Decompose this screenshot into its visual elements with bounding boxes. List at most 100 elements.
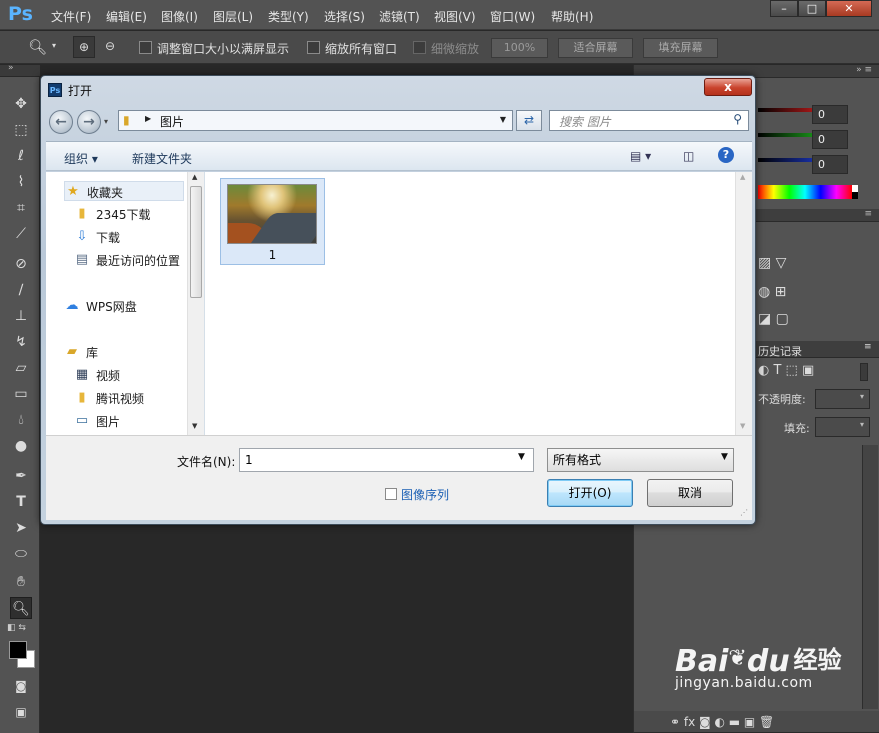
menu-help[interactable]: 帮助(H) [551, 8, 593, 25]
opacity-dropdown[interactable]: ▾ [815, 389, 870, 409]
layer-filter-toggle[interactable] [860, 363, 868, 381]
blur-tool-icon[interactable]: 💧︎ [10, 409, 32, 431]
menu-select[interactable]: 选择(S) [324, 8, 365, 25]
zoom-100-button[interactable]: 100% [491, 38, 548, 58]
image-sequence-checkbox[interactable] [385, 488, 397, 500]
dialog-close-button[interactable]: x [704, 78, 752, 96]
nav-scrollbar[interactable]: ▲ ▼ [187, 172, 204, 435]
marquee-tool-icon[interactable]: ⬚ [10, 119, 32, 141]
type-tool-icon[interactable]: T [10, 491, 32, 513]
tab-history[interactable]: 历史记录 [758, 343, 802, 359]
help-icon[interactable]: ? [718, 147, 734, 163]
zoom-tool-icon[interactable]: 🔍︎ [28, 38, 47, 56]
filename-input[interactable]: 1 [239, 448, 534, 472]
history-brush-tool-icon[interactable]: ↯ [10, 331, 32, 353]
adjustments-icons-row2[interactable]: ◍ ⊞ [758, 284, 786, 300]
organize-menu[interactable]: 组织 ▾ [64, 150, 98, 167]
blue-value[interactable]: 0 [812, 155, 848, 174]
breadcrumb-current[interactable]: 图片 [160, 113, 184, 130]
menu-view[interactable]: 视图(V) [434, 8, 476, 25]
adjustments-icons-row3[interactable]: ◪ ▢ [758, 311, 789, 327]
history-tab-bar[interactable]: 历史记录 ≡ [752, 341, 879, 358]
cancel-button[interactable]: 取消 [647, 479, 733, 507]
lasso-tool-icon[interactable]: ℓ [10, 145, 32, 167]
address-dropdown-icon[interactable]: ▼ [500, 115, 506, 124]
color-ramp[interactable] [758, 185, 852, 199]
refresh-icon[interactable]: ⇄ [516, 110, 542, 131]
fit-screen-button[interactable]: 适合屏幕 [558, 38, 633, 58]
tool-preset-dropdown-icon[interactable]: ▾ [52, 41, 56, 50]
screen-mode-icon[interactable]: ▣ [10, 701, 32, 723]
breadcrumb-arrow-icon[interactable]: ▶ [145, 114, 151, 123]
green-value[interactable]: 0 [812, 130, 848, 149]
close-app-button[interactable]: ✕ [826, 0, 872, 17]
scrubby-zoom-checkbox[interactable] [413, 41, 426, 54]
fill-dropdown[interactable]: ▾ [815, 417, 870, 437]
pen-tool-icon[interactable]: ✒ [10, 465, 32, 487]
preview-pane-icon[interactable]: ◫ [683, 149, 694, 163]
dodge-tool-icon[interactable]: ● [10, 435, 32, 457]
zoom-all-label: 缩放所有窗口 [325, 42, 398, 56]
menu-layer[interactable]: 图层(L) [213, 8, 253, 25]
panel-menu-icon[interactable]: ≡ [864, 342, 872, 352]
default-colors-icon[interactable]: ◧ ⇆ [7, 623, 26, 633]
options-bar: 🔍︎ ▾ ⊕ ⊖ 调整窗口大小以满屏显示 缩放所有窗口 细微缩放 100% 适合… [0, 31, 879, 64]
minimize-button[interactable]: – [770, 0, 798, 17]
menu-file[interactable]: 文件(F) [51, 8, 91, 25]
menu-image[interactable]: 图像(I) [161, 8, 198, 25]
paw-icon: ❦ [728, 646, 747, 671]
toolbox-header[interactable]: » [0, 63, 40, 76]
menu-edit[interactable]: 编辑(E) [106, 8, 147, 25]
nav-scroll-thumb[interactable] [190, 186, 202, 298]
menu-filter[interactable]: 滤镜(T) [379, 8, 420, 25]
hand-tool-icon[interactable]: ✋︎ [10, 571, 32, 593]
zoom-out-icon[interactable]: ⊖ [99, 36, 121, 58]
filename-history-dropdown-icon[interactable]: ▼ [518, 452, 525, 462]
recent-pages-dropdown-icon[interactable]: ▾ [104, 117, 108, 126]
toolbox: ✥ ⬚ ℓ ⌇ ⌗ ⟋ ⊘ ∕ ⊥ ↯ ▱ ▭ 💧︎ ● ✒ T ➤ ⬭ ✋︎ … [0, 77, 40, 733]
layer-actions-icons[interactable]: ⚭ fx ◙ ◐ ▬ ▣ 🗑︎ [670, 715, 774, 729]
search-input[interactable]: 搜索 图片 ⚲ [549, 110, 749, 131]
nav-favorites[interactable]: ★ 收藏夹 [64, 181, 184, 201]
quick-mask-icon[interactable]: ◙ [10, 675, 32, 697]
foreground-color-swatch[interactable] [9, 641, 27, 659]
quick-select-tool-icon[interactable]: ⌇ [10, 171, 32, 193]
menu-type[interactable]: 类型(Y) [268, 8, 309, 25]
forward-button[interactable]: → [77, 110, 101, 134]
address-bar[interactable]: ▮ ▶ 图片 ▼ [118, 110, 513, 131]
gradient-tool-icon[interactable]: ▭ [10, 383, 32, 405]
change-view-icon[interactable]: ▤ ▾ [630, 149, 651, 163]
search-icon[interactable]: ⚲ [733, 112, 742, 126]
clone-stamp-tool-icon[interactable]: ⊥ [10, 305, 32, 327]
zoom-tool-button-icon[interactable]: 🔍︎ [10, 597, 32, 619]
brush-tool-icon[interactable]: ∕ [10, 279, 32, 301]
open-button[interactable]: 打开(O) [547, 479, 633, 507]
layers-scrollbar[interactable] [862, 445, 878, 709]
zoom-all-checkbox[interactable] [307, 41, 320, 54]
filetype-dropdown-icon[interactable]: ▼ [721, 452, 728, 462]
file-item[interactable]: 1 [220, 178, 325, 265]
zoom-in-icon[interactable]: ⊕ [73, 36, 95, 58]
eraser-tool-icon[interactable]: ▱ [10, 357, 32, 379]
eyedropper-tool-icon[interactable]: ⟋ [10, 223, 32, 245]
resize-windows-checkbox[interactable] [139, 41, 152, 54]
resize-grip-icon[interactable]: ⋰ [740, 508, 748, 517]
layer-filter-icons[interactable]: ◐ T ⬚ ▣ [758, 363, 814, 378]
baidu-jingyan-watermark: Bai❦du 经验 jingyan.baidu.com [675, 640, 842, 691]
file-list-scrollbar[interactable]: ▲ ▼ [735, 172, 752, 435]
back-button[interactable]: ← [49, 110, 73, 134]
adjustments-icons-row1[interactable]: ▨ ▽ [758, 255, 786, 271]
ellipse-tool-icon[interactable]: ⬭ [10, 543, 32, 565]
crop-tool-icon[interactable]: ⌗ [10, 197, 32, 219]
path-select-tool-icon[interactable]: ➤ [10, 517, 32, 539]
move-tool-icon[interactable]: ✥ [10, 93, 32, 115]
healing-brush-tool-icon[interactable]: ⊘ [10, 253, 32, 275]
maximize-button[interactable]: □ [798, 0, 826, 17]
color-ramp-bw[interactable] [852, 185, 858, 199]
red-value[interactable]: 0 [812, 105, 848, 124]
scrubby-zoom-label: 细微缩放 [431, 42, 480, 56]
menu-window[interactable]: 窗口(W) [490, 8, 535, 25]
new-folder-button[interactable]: 新建文件夹 [132, 150, 192, 167]
fill-screen-button[interactable]: 填充屏幕 [643, 38, 718, 58]
filetype-select[interactable]: 所有格式 [547, 448, 734, 472]
